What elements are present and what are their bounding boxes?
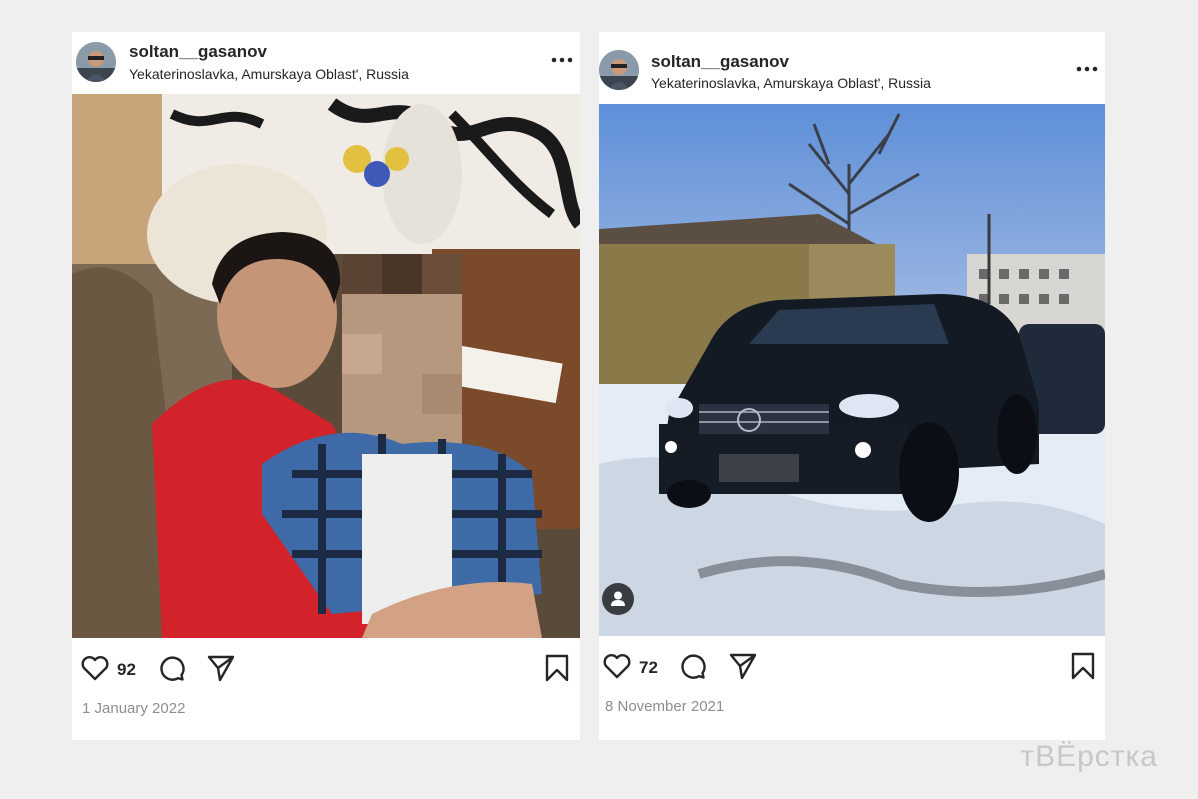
comment-icon[interactable] <box>677 651 707 681</box>
more-options-icon[interactable] <box>550 55 574 65</box>
username[interactable]: soltan__gasanov <box>129 42 267 62</box>
post-date: 1 January 2022 <box>82 700 186 717</box>
location-link[interactable]: Yekaterinoslavka, Amurskaya Oblast', Rus… <box>651 75 931 91</box>
username[interactable]: soltan__gasanov <box>651 52 789 72</box>
avatar[interactable] <box>76 42 116 82</box>
share-icon[interactable] <box>728 651 758 681</box>
user-tag-icon[interactable] <box>602 583 634 615</box>
avatar[interactable] <box>599 50 639 90</box>
post-date: 8 November 2021 <box>605 698 725 715</box>
post-header: soltan__gasanov Yekaterinoslavka, Amursk… <box>599 32 1105 96</box>
like-count[interactable]: 92 <box>117 660 136 680</box>
heart-icon[interactable] <box>80 653 110 683</box>
bookmark-icon[interactable] <box>542 653 572 683</box>
comment-icon[interactable] <box>156 653 186 683</box>
action-bar: 72 <box>599 648 1105 688</box>
more-options-icon[interactable] <box>1075 64 1099 74</box>
bookmark-icon[interactable] <box>1068 651 1098 681</box>
post-card-2: soltan__gasanov Yekaterinoslavka, Amursk… <box>599 32 1105 740</box>
location-link[interactable]: Yekaterinoslavka, Amurskaya Oblast', Rus… <box>129 66 409 82</box>
share-icon[interactable] <box>206 653 236 683</box>
post-photo[interactable] <box>599 104 1105 636</box>
like-count[interactable]: 72 <box>639 658 658 678</box>
publisher-watermark: тВЁрстка <box>1020 740 1158 773</box>
heart-icon[interactable] <box>602 651 632 681</box>
post-header: soltan__gasanov Yekaterinoslavka, Amursk… <box>72 32 580 96</box>
post-photo[interactable] <box>72 94 580 638</box>
post-card-1: soltan__gasanov Yekaterinoslavka, Amursk… <box>72 32 580 740</box>
action-bar: 92 <box>72 650 580 690</box>
